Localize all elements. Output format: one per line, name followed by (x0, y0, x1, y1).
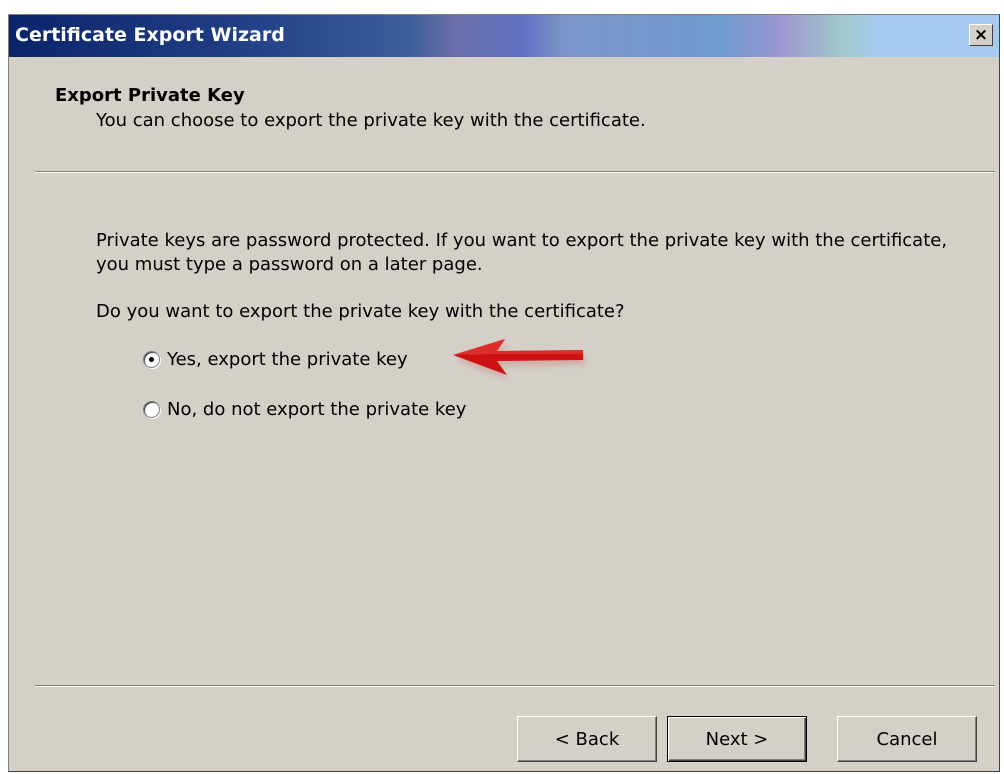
radio-label-yes[interactable]: Yes, export the private key (167, 349, 408, 370)
radio-button-selected[interactable] (143, 351, 160, 368)
back-button[interactable]: < Back (517, 716, 657, 762)
export-question: Do you want to export the private key wi… (96, 301, 625, 322)
radio-button-unselected[interactable] (143, 401, 160, 418)
close-icon: × (973, 24, 989, 45)
red-arrow-icon (453, 339, 585, 380)
info-paragraph: Private keys are password protected. If … (96, 230, 948, 275)
close-button[interactable]: × (969, 24, 993, 46)
cancel-button[interactable]: Cancel (837, 716, 977, 762)
certificate-export-wizard-dialog: Certificate Export Wizard × Export Priva… (8, 14, 1000, 772)
radio-label-no[interactable]: No, do not export the private key (167, 399, 466, 420)
next-button[interactable]: Next > (667, 716, 807, 762)
header-divider (35, 171, 995, 173)
page-title: Export Private Key (55, 85, 245, 106)
window-title: Certificate Export Wizard (15, 24, 285, 46)
radio-export-no[interactable]: No, do not export the private key (143, 399, 466, 420)
radio-export-yes[interactable]: Yes, export the private key (143, 349, 408, 370)
page-subtitle: You can choose to export the private key… (96, 110, 646, 131)
footer-divider (35, 685, 995, 687)
title-bar[interactable]: Certificate Export Wizard × (9, 15, 999, 57)
